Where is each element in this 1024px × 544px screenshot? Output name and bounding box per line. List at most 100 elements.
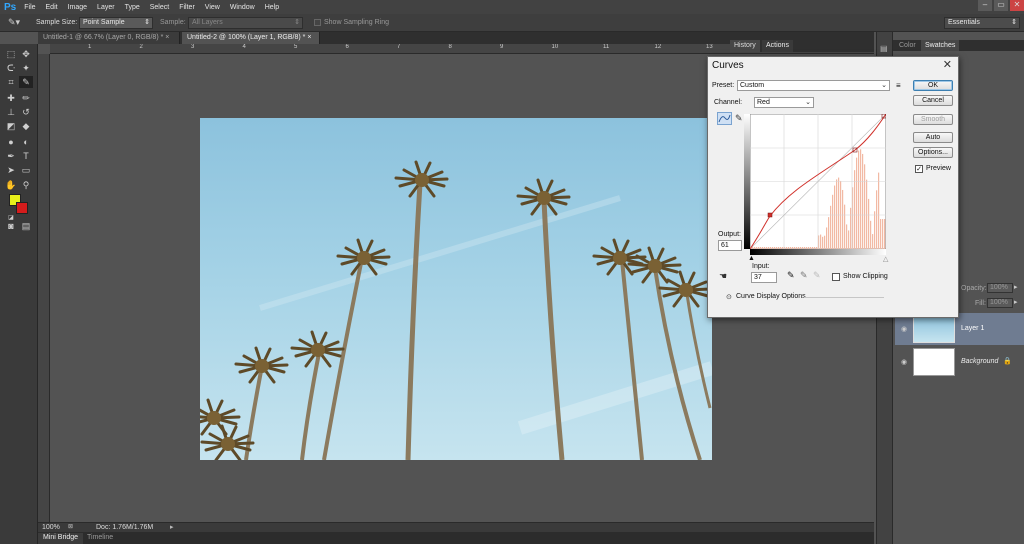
path-selection-icon[interactable]: ➤ <box>4 164 18 176</box>
white-point-slider-icon[interactable]: △ <box>883 255 888 263</box>
histogram-bar <box>768 247 770 249</box>
tab-mini-bridge[interactable]: Mini Bridge <box>38 533 84 544</box>
menu-type[interactable]: Type <box>125 4 140 11</box>
histogram-bar <box>786 247 788 249</box>
minimize-button[interactable]: – <box>978 0 992 11</box>
layer-name[interactable]: Layer 1 <box>961 325 984 332</box>
maximize-button[interactable]: ▭ <box>994 0 1008 11</box>
chevron-down-icon: ⇕ <box>1011 19 1017 26</box>
curve-point[interactable] <box>767 212 773 218</box>
pen-tool-icon[interactable]: ✒ <box>4 150 18 162</box>
close-button[interactable]: ✕ <box>1010 0 1024 11</box>
cancel-button[interactable]: Cancel <box>913 95 953 106</box>
sample-size-select[interactable]: Point Sample ⇕ <box>79 17 153 29</box>
gray-eyedropper-icon[interactable]: ✎ <box>800 270 808 281</box>
layer-name[interactable]: Background <box>961 358 998 365</box>
tab-timeline[interactable]: Timeline <box>82 533 118 544</box>
auto-button[interactable]: Auto <box>913 132 953 143</box>
smooth-button[interactable]: Smooth <box>913 114 953 125</box>
healing-brush-icon[interactable]: ✚ <box>4 92 18 104</box>
on-image-adjust-icon[interactable]: ☚ <box>719 271 727 282</box>
tab-untitled-1[interactable]: Untitled-1 @ 66.7% (Layer 0, RGB/8) * × <box>38 32 180 44</box>
eyedropper-tool-icon[interactable]: ✎▾ <box>8 17 20 28</box>
visibility-eye-icon[interactable]: ◉ <box>901 358 907 366</box>
preset-select[interactable]: Custom ⌄ <box>737 80 890 91</box>
menu-image[interactable]: Image <box>68 4 87 11</box>
zoom-tool-icon[interactable]: ⚲ <box>19 179 33 191</box>
histogram-bar <box>816 247 818 249</box>
zoom-level[interactable]: 100% <box>42 524 60 531</box>
status-menu-arrow-icon[interactable]: ▸ <box>170 523 174 531</box>
preview-checkbox[interactable]: ✓ <box>915 165 923 173</box>
input-field[interactable]: 37 <box>751 272 777 283</box>
magic-wand-icon[interactable]: ✦ <box>19 62 33 74</box>
history-panel-icon[interactable]: ▤ <box>880 44 888 53</box>
window-controls: – ▭ ✕ <box>976 0 1024 12</box>
sample-select[interactable]: All Layers ⇕ <box>188 17 303 29</box>
clone-stamp-icon[interactable]: ⊥ <box>4 106 18 118</box>
opacity-input[interactable]: 100% <box>987 283 1013 293</box>
marquee-tool-icon[interactable]: ⬚ <box>4 48 18 60</box>
histogram-bar <box>754 247 756 249</box>
black-point-slider-icon[interactable]: ▲ <box>748 255 755 262</box>
layer-row-background[interactable]: ◉ Background 🔒 <box>895 346 1024 378</box>
tab-actions[interactable]: Actions <box>762 40 793 52</box>
brush-tool-icon[interactable]: ✏ <box>19 92 33 104</box>
export-icon[interactable]: ⊠ <box>68 523 73 530</box>
close-icon[interactable]: ✕ <box>943 58 952 71</box>
type-tool-icon[interactable]: T <box>19 150 33 162</box>
hand-tool-icon[interactable]: ✋ <box>4 179 18 191</box>
dodge-tool-icon[interactable]: ◐ <box>19 136 33 148</box>
opacity-arrow-icon[interactable]: ▸ <box>1014 283 1018 291</box>
menu-file[interactable]: File <box>24 4 35 11</box>
history-brush-icon[interactable]: ↺ <box>19 106 33 118</box>
crop-tool-icon[interactable]: ⌗ <box>4 76 18 88</box>
tab-untitled-2[interactable]: Untitled-2 @ 100% (Layer 1, RGB/8) * × <box>182 32 320 44</box>
histogram-bar <box>800 247 802 249</box>
pencil-draw-icon[interactable]: ✎ <box>735 113 743 124</box>
quick-mask-icon[interactable]: ◙ <box>4 220 18 232</box>
show-ring-checkbox[interactable] <box>314 19 321 26</box>
white-eyedropper-icon[interactable]: ✎ <box>813 270 821 281</box>
preset-options-icon[interactable]: ≡ <box>896 81 901 90</box>
output-field[interactable]: 61 <box>718 240 742 251</box>
options-button[interactable]: Options... <box>913 147 953 158</box>
close-tab-icon[interactable]: × <box>307 34 311 41</box>
menu-layer[interactable]: Layer <box>97 4 115 11</box>
histogram-bar <box>858 150 860 249</box>
fill-input[interactable]: 100% <box>987 298 1013 308</box>
channel-value: Red <box>757 99 770 106</box>
blur-tool-icon[interactable]: ● <box>4 136 18 148</box>
visibility-eye-icon[interactable]: ◉ <box>901 325 907 333</box>
menu-filter[interactable]: Filter <box>179 4 195 11</box>
curve-edit-points-icon[interactable] <box>717 112 732 125</box>
menu-window[interactable]: Window <box>230 4 255 11</box>
screen-mode-icon[interactable]: ▤ <box>19 220 33 232</box>
fill-arrow-icon[interactable]: ▸ <box>1014 298 1018 306</box>
eyedropper-icon[interactable]: ✎ <box>19 76 33 88</box>
curve-display-options-label[interactable]: Curve Display Options <box>736 293 806 300</box>
menu-edit[interactable]: Edit <box>46 4 58 11</box>
tab-swatches[interactable]: Swatches <box>921 40 960 51</box>
lasso-tool-icon[interactable]: ᑢ <box>4 62 18 74</box>
move-tool-icon[interactable]: ✥ <box>19 48 33 60</box>
eraser-icon[interactable]: ◩ <box>4 120 18 132</box>
curve-graph[interactable] <box>750 114 886 249</box>
show-clipping-checkbox[interactable] <box>832 273 840 281</box>
close-tab-icon[interactable]: × <box>165 34 169 41</box>
document-canvas[interactable] <box>200 118 712 460</box>
expand-chevron-icon[interactable]: ⊙ <box>726 293 732 301</box>
menu-help[interactable]: Help <box>265 4 279 11</box>
rectangle-tool-icon[interactable]: ▭ <box>19 164 33 176</box>
paint-bucket-icon[interactable]: ◆ <box>19 120 33 132</box>
black-eyedropper-icon[interactable]: ✎ <box>787 270 795 281</box>
menu-select[interactable]: Select <box>150 4 169 11</box>
workspace-select[interactable]: Essentials ⇕ <box>944 17 1020 29</box>
tab-color[interactable]: Color <box>895 40 920 51</box>
ok-button[interactable]: OK <box>913 80 953 91</box>
menu-view[interactable]: View <box>205 4 220 11</box>
tab-history[interactable]: History <box>730 40 760 52</box>
histogram-bar <box>802 247 804 249</box>
histogram-bar <box>776 247 778 249</box>
channel-select[interactable]: Red ⌄ <box>754 97 814 108</box>
